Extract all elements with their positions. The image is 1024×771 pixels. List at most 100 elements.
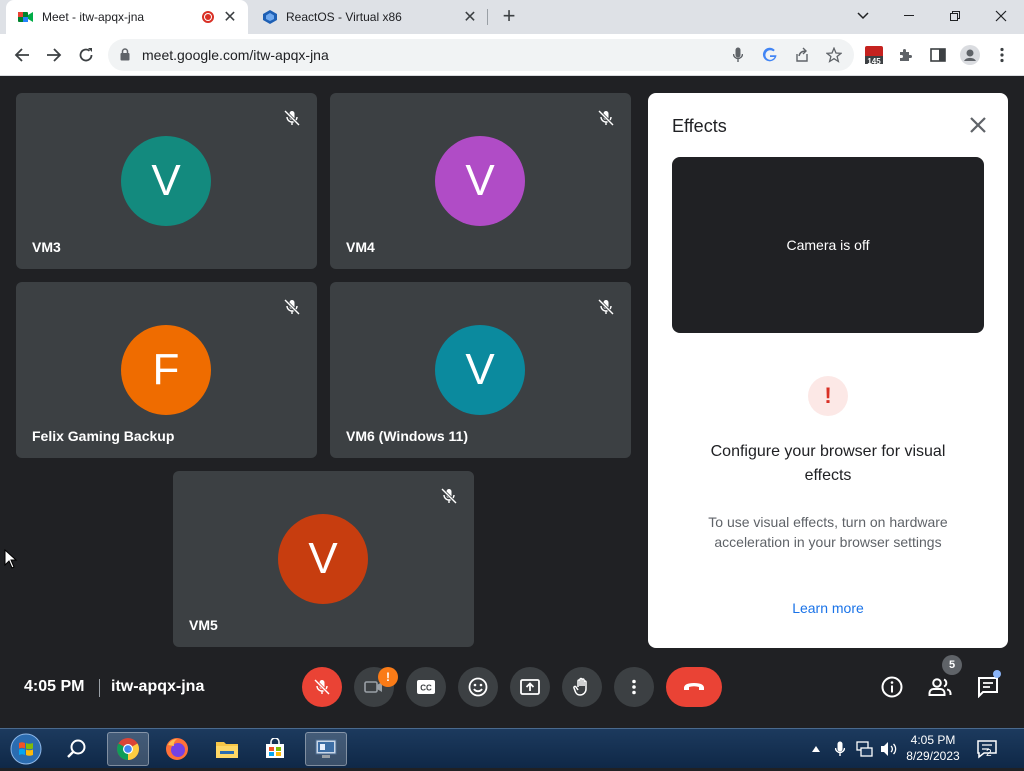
- chevron-up-icon: [812, 746, 820, 752]
- share-icon[interactable]: [794, 47, 810, 63]
- bookmark-star-icon[interactable]: [826, 47, 842, 63]
- people-button[interactable]: [928, 675, 952, 699]
- store-icon: [266, 738, 284, 758]
- end-call-button[interactable]: [666, 667, 722, 707]
- present-icon: [520, 679, 540, 695]
- camera-preview: Camera is off: [672, 157, 984, 333]
- google-lens-icon[interactable]: [762, 47, 778, 63]
- avatar: F: [121, 325, 211, 415]
- side-panel-icon[interactable]: [928, 45, 948, 65]
- effects-description: To use visual effects, turn on hardware …: [708, 514, 948, 550]
- emoji-icon: [468, 677, 488, 697]
- info-icon: [881, 676, 903, 698]
- show-hidden-icons-button[interactable]: [808, 729, 824, 769]
- avatar-initial: F: [152, 345, 180, 394]
- virtual-machine-icon: [315, 739, 337, 758]
- back-button[interactable]: [10, 43, 34, 67]
- clock-date: 8/29/2023: [906, 749, 960, 763]
- svg-text:CC: CC: [420, 684, 432, 693]
- mouse-cursor-icon: [4, 549, 18, 569]
- tab-reactos[interactable]: ReactOS - Virtual x86 ✕: [250, 0, 488, 34]
- new-tab-button[interactable]: +: [498, 5, 520, 28]
- mic-off-icon: [440, 487, 458, 505]
- avatar: V: [435, 325, 525, 415]
- mic-off-icon: [597, 298, 615, 316]
- raise-hand-icon: [573, 677, 587, 696]
- taskbar-store[interactable]: [254, 732, 296, 766]
- participant-tile[interactable]: F Felix Gaming Backup: [16, 282, 317, 458]
- mic-off-icon: [597, 109, 615, 127]
- tab-separator: [487, 9, 488, 25]
- tab-meet[interactable]: Meet - itw-apqx-jna ✕: [6, 0, 248, 34]
- participant-tile[interactable]: V VM6 (Windows 11): [330, 282, 631, 458]
- close-icon[interactable]: [966, 113, 990, 137]
- learn-more-link[interactable]: Learn more: [688, 600, 968, 616]
- lock-icon[interactable]: [120, 48, 130, 66]
- more-options-button[interactable]: [614, 667, 654, 707]
- taskbar-file-explorer[interactable]: [206, 732, 248, 766]
- tray-volume[interactable]: [878, 729, 900, 769]
- emoji-reaction-button[interactable]: [458, 667, 498, 707]
- meeting-details-button[interactable]: [880, 675, 904, 699]
- mic-off-icon: [283, 109, 301, 127]
- chat-button[interactable]: [976, 675, 1000, 699]
- restore-button[interactable]: [932, 0, 978, 32]
- taskbar-chrome[interactable]: [107, 732, 149, 766]
- participant-name: VM5: [189, 617, 218, 633]
- profile-avatar-icon[interactable]: [960, 45, 980, 65]
- tray-network[interactable]: [854, 729, 876, 769]
- captions-button[interactable]: CC: [406, 667, 446, 707]
- avatar-initial: V: [308, 534, 338, 583]
- tab-close-icon[interactable]: ✕: [222, 9, 238, 26]
- people-icon: [928, 678, 952, 696]
- participant-name: VM4: [346, 239, 375, 255]
- microphone-in-use-icon[interactable]: [730, 47, 746, 63]
- raise-hand-button[interactable]: [562, 667, 602, 707]
- effects-panel: Effects Camera is off ! Configure your b…: [648, 93, 1008, 648]
- tab-search-icon[interactable]: [840, 0, 886, 32]
- extensions-puzzle-icon[interactable]: [896, 45, 916, 65]
- browser-toolbar: meet.google.com/itw-apqx-jna 145: [0, 34, 1024, 76]
- tab-strip: Meet - itw-apqx-jna ✕ ReactOS - Virtual …: [0, 0, 1024, 34]
- meet-main: V VM3 V VM4 F Felix Gaming Backup V VM6 …: [0, 77, 1024, 727]
- url-text: meet.google.com/itw-apqx-jna: [142, 47, 329, 63]
- avatar-initial: V: [465, 156, 495, 205]
- windows-logo-icon: [10, 733, 42, 765]
- tab-title: ReactOS - Virtual x86: [286, 10, 402, 24]
- mic-off-icon: [283, 298, 301, 316]
- tab-close-icon[interactable]: ✕: [462, 9, 478, 26]
- people-count-badge: 5: [942, 655, 962, 675]
- start-button[interactable]: [8, 732, 44, 766]
- tab-title: Meet - itw-apqx-jna: [42, 10, 145, 24]
- participant-tile[interactable]: V VM3: [16, 93, 317, 269]
- volume-icon: [881, 742, 897, 756]
- reload-button[interactable]: [74, 43, 98, 67]
- forward-button[interactable]: [42, 43, 66, 67]
- chat-notification-dot: [993, 670, 1001, 678]
- chrome-menu-icon[interactable]: [992, 45, 1012, 65]
- address-bar[interactable]: meet.google.com/itw-apqx-jna: [108, 39, 854, 71]
- end-call-icon: [684, 683, 704, 690]
- tray-microphone[interactable]: [830, 729, 850, 769]
- chrome-icon: [117, 738, 139, 760]
- warning-icon: !: [808, 376, 848, 416]
- taskbar-clock[interactable]: 4:05 PM 8/29/2023: [898, 732, 968, 764]
- close-window-button[interactable]: [978, 0, 1024, 32]
- participant-name: VM6 (Windows 11): [346, 428, 469, 444]
- mic-off-icon: [313, 678, 331, 696]
- taskbar-firefox[interactable]: [156, 732, 198, 766]
- captions-icon: CC: [417, 680, 435, 694]
- participant-tile[interactable]: V VM5: [173, 471, 474, 647]
- chat-icon: [978, 677, 998, 698]
- minimize-button[interactable]: [886, 0, 932, 32]
- microphone-toggle-button[interactable]: [302, 667, 342, 707]
- divider: [99, 679, 100, 697]
- meeting-time: 4:05 PM: [24, 678, 85, 695]
- taskbar-search-button[interactable]: [56, 732, 98, 766]
- participant-name: Felix Gaming Backup: [32, 428, 175, 444]
- avatar-initial: V: [151, 156, 181, 205]
- taskbar-virtual-machine[interactable]: [305, 732, 347, 766]
- present-screen-button[interactable]: [510, 667, 550, 707]
- microphone-icon: [835, 741, 845, 756]
- participant-tile[interactable]: V VM4: [330, 93, 631, 269]
